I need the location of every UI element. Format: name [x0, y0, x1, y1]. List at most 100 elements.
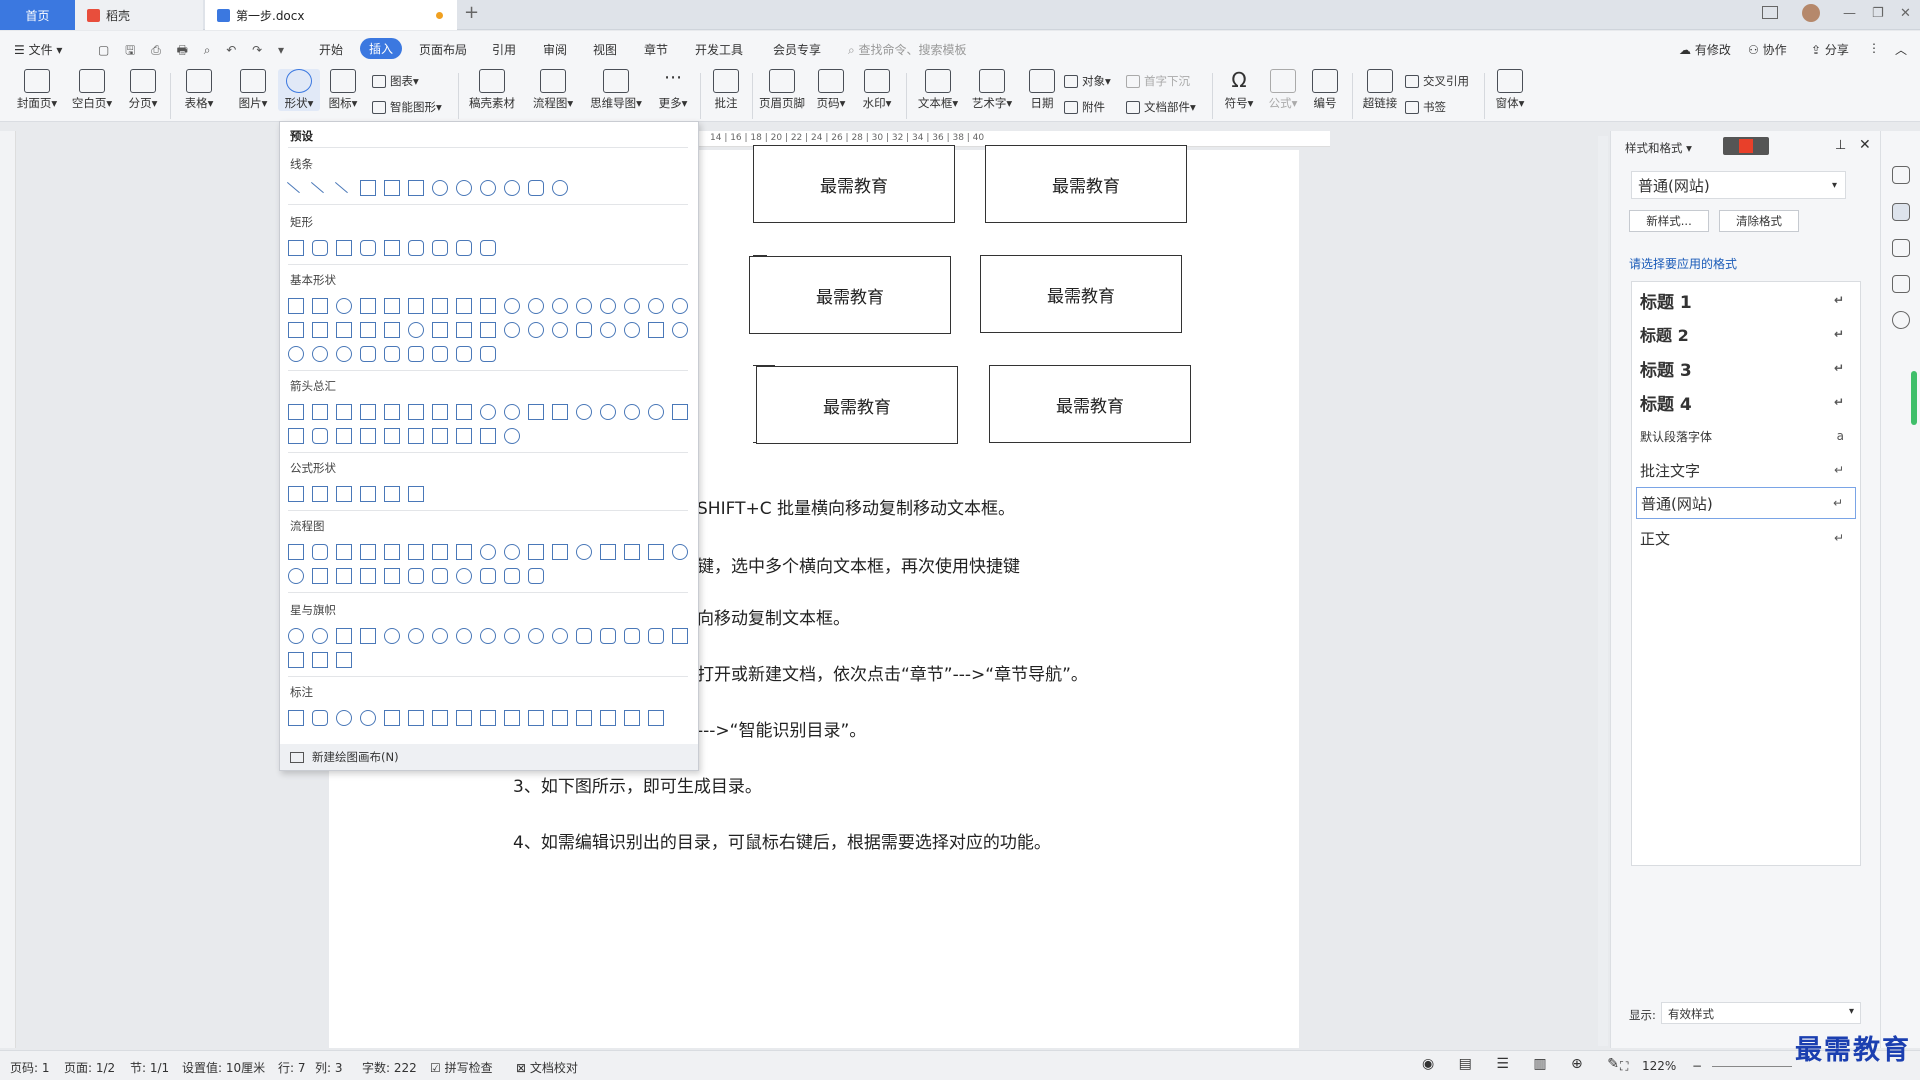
- textbox-button[interactable]: 文本框▾: [914, 69, 962, 111]
- multiply-icon[interactable]: [336, 486, 352, 502]
- text-box[interactable]: 最需教育: [753, 145, 955, 223]
- magnetic-disk-icon[interactable]: [480, 568, 496, 584]
- vertical-textbox-icon[interactable]: [312, 298, 328, 314]
- elbow-double-arrow-icon[interactable]: [408, 180, 424, 196]
- curved-ribbon-up-icon[interactable]: [624, 628, 640, 644]
- bent-arrow-icon[interactable]: [480, 404, 496, 420]
- chevron-icon[interactable]: [336, 428, 352, 444]
- header-footer-button[interactable]: 页眉页脚: [756, 69, 808, 111]
- form-button[interactable]: 窗体▾: [1490, 69, 1530, 111]
- block-arc-icon[interactable]: [552, 322, 568, 338]
- pentagon-icon[interactable]: [480, 298, 496, 314]
- tab-references[interactable]: 引用: [492, 41, 516, 58]
- accent-callout-3-icon[interactable]: [528, 710, 544, 726]
- left-right-up-arrow-icon[interactable]: [456, 404, 472, 420]
- style-item-heading2[interactable]: 标题 2 ↵: [1636, 318, 1856, 350]
- curved-up-arrow-icon[interactable]: [624, 404, 640, 420]
- notched-right-arrow-icon[interactable]: [288, 428, 304, 444]
- diagonal-stripe-icon[interactable]: [360, 322, 376, 338]
- collab-button[interactable]: ⚇ 协作: [1748, 41, 1787, 58]
- tab-insert[interactable]: 插入: [360, 38, 403, 59]
- left-right-arrow-callout-icon[interactable]: [456, 428, 472, 444]
- status-pages[interactable]: 页面: 1/2: [64, 1059, 115, 1076]
- text-box[interactable]: 最需教育: [989, 365, 1191, 443]
- scribble-icon[interactable]: [552, 180, 568, 196]
- table-button[interactable]: 表格▾: [180, 69, 218, 111]
- star-16-icon[interactable]: [504, 628, 520, 644]
- cursor-icon[interactable]: [1892, 239, 1910, 257]
- punched-tape-icon[interactable]: [648, 544, 664, 560]
- round-same-side-icon[interactable]: [456, 240, 472, 256]
- document-shape-icon[interactable]: [432, 544, 448, 560]
- merge-icon[interactable]: [384, 568, 400, 584]
- left-brace-icon[interactable]: [456, 346, 472, 362]
- more-button[interactable]: ⋯ 更多▾: [654, 69, 692, 111]
- trapezoid-icon[interactable]: [432, 298, 448, 314]
- star-4-icon[interactable]: [336, 628, 352, 644]
- equal-icon[interactable]: [384, 486, 400, 502]
- quad-arrow-callout-icon[interactable]: [480, 428, 496, 444]
- text-box[interactable]: 最需教育: [985, 145, 1187, 223]
- right-brace-icon[interactable]: [480, 346, 496, 362]
- or-icon[interactable]: [288, 568, 304, 584]
- tab-start[interactable]: 开始: [319, 41, 343, 58]
- hyperlink-button[interactable]: 超链接: [1358, 69, 1402, 111]
- double-wave-icon[interactable]: [336, 652, 352, 668]
- up-down-arrow-icon[interactable]: [408, 404, 424, 420]
- heptagon-icon[interactable]: [528, 298, 544, 314]
- adjust-icon[interactable]: [1892, 275, 1910, 293]
- fit-page-icon[interactable]: ⛶: [1620, 1059, 1628, 1074]
- left-bracket-icon[interactable]: [408, 346, 424, 362]
- bevel-icon[interactable]: [480, 322, 496, 338]
- curved-down-arrow-icon[interactable]: [648, 404, 664, 420]
- freeform-icon[interactable]: [528, 180, 544, 196]
- line-callout-3-icon[interactable]: [432, 710, 448, 726]
- rectangle-icon[interactable]: [288, 240, 304, 256]
- decision-icon[interactable]: [336, 544, 352, 560]
- lightning-bolt-icon[interactable]: [648, 322, 664, 338]
- docpart-button[interactable]: 文档部件 ▾: [1126, 99, 1196, 115]
- circular-arrow-icon[interactable]: [504, 428, 520, 444]
- sequential-access-icon[interactable]: [456, 568, 472, 584]
- plaque-icon[interactable]: [408, 322, 424, 338]
- zoom-slider[interactable]: [1712, 1066, 1792, 1067]
- left-arrow-icon[interactable]: [312, 404, 328, 420]
- tab-chapter[interactable]: 章节: [644, 41, 668, 58]
- rounded-rectangle-icon[interactable]: [312, 240, 328, 256]
- zoom-out-icon[interactable]: −: [1692, 1059, 1702, 1073]
- status-words[interactable]: 字数: 222: [362, 1059, 417, 1076]
- dropcap-button[interactable]: 首字下沉: [1126, 73, 1190, 89]
- offpage-connector-icon[interactable]: [600, 544, 616, 560]
- wordart-button[interactable]: 艺术字▾: [968, 69, 1016, 111]
- line-callout-4-icon[interactable]: [456, 710, 472, 726]
- curved-connector-icon[interactable]: [432, 180, 448, 196]
- stored-data-icon[interactable]: [408, 568, 424, 584]
- manual-input-icon[interactable]: [528, 544, 544, 560]
- doc-scrollbar[interactable]: [1598, 136, 1608, 1046]
- elbow-connector-icon[interactable]: [360, 180, 376, 196]
- arc-icon[interactable]: [336, 346, 352, 362]
- more-menu-icon[interactable]: ⋮: [1868, 41, 1880, 55]
- delay-icon[interactable]: [432, 568, 448, 584]
- current-style-select[interactable]: 普通(网站) ▾: [1631, 171, 1846, 199]
- down-arrow-icon[interactable]: [360, 404, 376, 420]
- theme-icon[interactable]: [1892, 166, 1910, 184]
- left-arrow-callout-icon[interactable]: [384, 428, 400, 444]
- display-icon[interactable]: [528, 568, 544, 584]
- status-setting[interactable]: 设置值: 10厘米: [182, 1059, 265, 1076]
- crossref-button[interactable]: 交叉引用: [1405, 73, 1469, 89]
- tab-daoke[interactable]: 稻壳: [75, 0, 203, 30]
- window-mode-icon[interactable]: [1762, 6, 1778, 19]
- date-button[interactable]: 日期: [1024, 69, 1060, 111]
- curved-left-arrow-icon[interactable]: [600, 404, 616, 420]
- parallelogram-icon[interactable]: [408, 298, 424, 314]
- star-7-icon[interactable]: [408, 628, 424, 644]
- l-shape-icon[interactable]: [336, 322, 352, 338]
- no-symbol-icon[interactable]: [528, 322, 544, 338]
- spell-check-button[interactable]: ☑ 拼写检查: [430, 1059, 493, 1076]
- right-bracket-icon[interactable]: [432, 346, 448, 362]
- octagon-icon[interactable]: [552, 298, 568, 314]
- right-arrow-callout-icon[interactable]: [360, 428, 376, 444]
- accent-callout-4-icon[interactable]: [552, 710, 568, 726]
- wave-icon[interactable]: [312, 652, 328, 668]
